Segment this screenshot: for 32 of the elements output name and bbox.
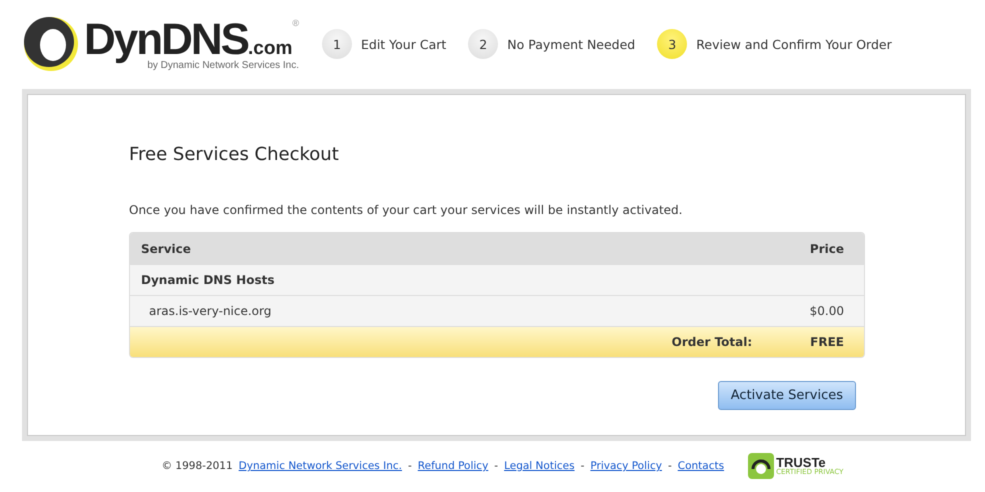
page-title: Free Services Checkout	[129, 144, 340, 165]
registered-mark: ®	[292, 18, 300, 28]
total-label: Order Total:	[672, 335, 752, 349]
link-separator: -	[494, 460, 498, 472]
link-separator: -	[580, 460, 584, 472]
step-number: 1	[322, 29, 352, 59]
step-number: 2	[468, 29, 498, 59]
copyright-text: © 1998-2011	[162, 460, 233, 472]
footer-link[interactable]: Dynamic Network Services Inc.	[238, 460, 402, 472]
step-label: No Payment Needed	[507, 36, 636, 52]
logo-wordmark: DynDNS	[84, 18, 248, 62]
badge-name: TRUSTe	[776, 456, 826, 469]
column-header: Price	[810, 242, 844, 256]
total-value: FREE	[810, 335, 844, 349]
step-number: 3	[657, 29, 688, 59]
step-label: Review and Confirm Your Order	[696, 36, 892, 52]
footer-link[interactable]: Refund Policy	[418, 460, 488, 472]
footer-link[interactable]: Contacts	[678, 460, 724, 472]
link-separator: -	[408, 460, 412, 472]
link-separator: -	[668, 460, 672, 472]
table-cell: $0.00	[810, 304, 844, 318]
column-header: Service	[141, 242, 191, 256]
activate-button[interactable]: Activate Services	[718, 381, 856, 410]
logo-domain: .com	[248, 38, 292, 58]
table-cell: aras.is-very-nice.org	[149, 304, 272, 318]
logo-icon	[22, 15, 80, 73]
intro-text: Once you have confirmed the contents of your cart your services will be instantly activated.	[129, 203, 684, 217]
seal-icon	[748, 453, 774, 479]
footer-link[interactable]: Privacy Policy	[590, 460, 662, 472]
step-label: Edit Your Cart	[361, 36, 446, 52]
footer-link[interactable]: Legal Notices	[504, 460, 575, 472]
group-title: Dynamic DNS Hosts	[141, 273, 274, 287]
